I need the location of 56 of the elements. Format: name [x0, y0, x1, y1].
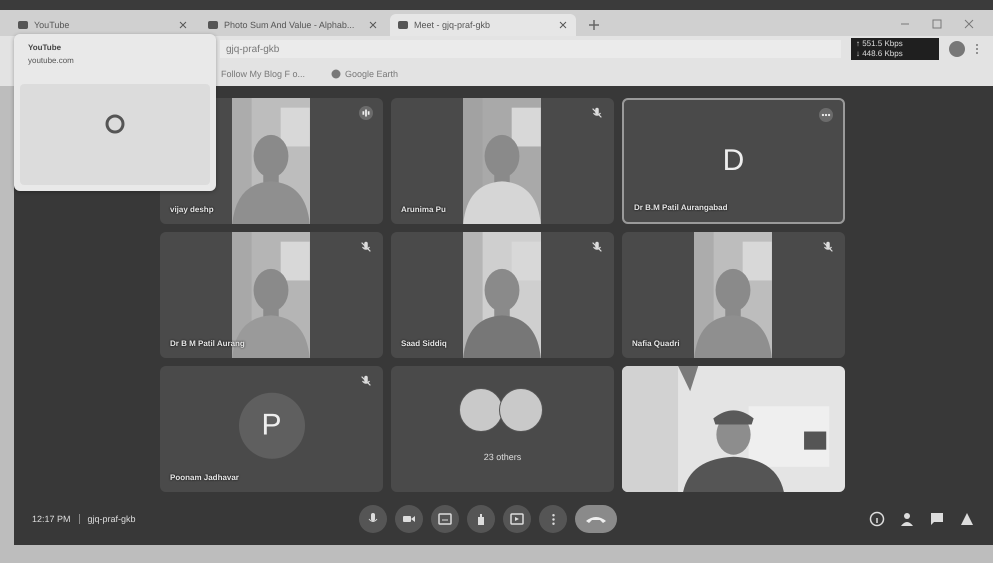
close-icon[interactable]	[558, 21, 568, 29]
speaking-icon	[359, 106, 373, 120]
browser-tab[interactable]: Meet - gjq-praf-gkb	[390, 14, 576, 36]
meeting-time: 12:17 PM	[32, 514, 71, 524]
hover-card-url: youtube.com	[28, 56, 74, 65]
more-icon[interactable]	[819, 108, 833, 122]
activities-icon[interactable]	[959, 511, 975, 527]
close-icon[interactable]	[178, 21, 188, 29]
more-options-button[interactable]	[539, 505, 567, 533]
present-button[interactable]	[503, 505, 531, 533]
info-icon[interactable]	[869, 511, 885, 527]
mic-off-icon	[359, 240, 373, 254]
hover-card-title: YouTube	[28, 43, 62, 52]
participant-name: Poonam Jadhavar	[170, 473, 239, 482]
address-field[interactable]: gjq-praf-gkb	[220, 40, 841, 58]
new-tab-icon[interactable]	[588, 19, 600, 31]
browser-tab[interactable]: Photo Sum And Value - Alphab...	[200, 14, 386, 36]
avatar	[498, 388, 542, 432]
people-icon[interactable]	[899, 511, 915, 527]
avatar	[458, 388, 502, 432]
microphone-button[interactable]	[359, 505, 387, 533]
present-icon	[509, 511, 525, 527]
participant-name: vijay deshp	[170, 205, 214, 214]
browser-tab[interactable]: YouTube	[10, 14, 196, 36]
participant-name: Saad Siddiq	[401, 339, 447, 348]
avatar-circle: P	[238, 392, 304, 459]
tab-icon	[398, 21, 408, 29]
raise-hand-button[interactable]	[467, 505, 495, 533]
mic-off-icon	[590, 106, 604, 120]
end-call-button[interactable]	[575, 505, 617, 533]
mic-off-icon	[359, 374, 373, 388]
participant-count: 23 others	[482, 452, 522, 462]
participant-name: Arunima Pu	[401, 205, 446, 214]
camera-button[interactable]	[395, 505, 423, 533]
globe-icon	[331, 69, 342, 79]
avatar-initial: D	[722, 144, 744, 178]
close-icon[interactable]	[368, 21, 378, 29]
profile-avatar[interactable]	[949, 41, 965, 57]
participant-name: Nafia Quadri	[632, 339, 680, 348]
more-icon	[552, 514, 554, 524]
bookmark[interactable]: Google Earth	[325, 68, 404, 80]
network-speed-widget: ↑ 551.5 Kbps ↓ 448.6 Kbps	[851, 38, 939, 60]
tab-icon	[18, 21, 28, 29]
mic-off-icon	[590, 240, 604, 254]
maximize-icon[interactable]	[931, 18, 943, 30]
meeting-code: gjq-praf-gkb	[88, 514, 136, 524]
loading-icon	[105, 114, 125, 134]
participant-name: Dr B.M Patil Aurangabad	[634, 203, 728, 212]
tab-icon	[208, 21, 218, 29]
bookmark[interactable]: Follow My Blog F o...	[215, 68, 312, 80]
menu-icon[interactable]	[975, 43, 979, 55]
chat-icon[interactable]	[929, 511, 945, 527]
captions-button[interactable]	[431, 505, 459, 533]
captions-icon	[437, 511, 453, 527]
mic-off-icon	[821, 240, 835, 254]
close-icon[interactable]	[963, 18, 975, 30]
